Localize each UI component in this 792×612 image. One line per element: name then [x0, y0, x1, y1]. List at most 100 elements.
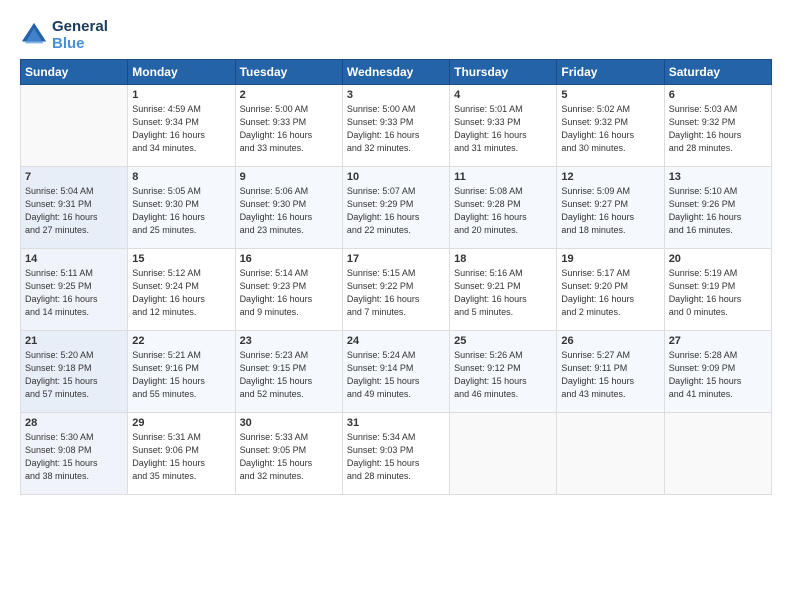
day-number: 6 — [669, 89, 767, 101]
week-row-3: 21Sunrise: 5:20 AM Sunset: 9:18 PM Dayli… — [21, 330, 772, 412]
day-number: 8 — [132, 171, 230, 183]
page-container: General Blue SundayMondayTuesdayWednesda… — [0, 0, 792, 505]
day-cell: 15 Sunrise: 5:12 AM Sunset: 9:24 PM Dayli… — [128, 248, 235, 330]
day-number: 30 — [240, 417, 338, 429]
header-cell-thursday: Thursday — [450, 59, 557, 84]
day-info: Sunrise: 5:03 AM Sunset: 9:32 PM Dayligh… — [669, 103, 767, 155]
day-info: Sunrise: 5:21 AM Sunset: 9:16 PM Dayligh… — [132, 349, 230, 401]
calendar-body: 1 Sunrise: 4:59 AM Sunset: 9:34 PM Daylig… — [21, 84, 772, 494]
day-number: 13 — [669, 171, 767, 183]
day-info: Sunrise: 5:24 AM Sunset: 9:14 PM Dayligh… — [347, 349, 445, 401]
day-info: Sunrise: 5:14 AM Sunset: 9:23 PM Dayligh… — [240, 267, 338, 319]
day-number: 11 — [454, 171, 552, 183]
day-number: 24 — [347, 335, 445, 347]
header-cell-friday: Friday — [557, 59, 664, 84]
day-info: Sunrise: 5:05 AM Sunset: 9:30 PM Dayligh… — [132, 185, 230, 237]
day-number: 2 — [240, 89, 338, 101]
calendar-header: SundayMondayTuesdayWednesdayThursdayFrid… — [21, 59, 772, 84]
day-number: 19 — [561, 253, 659, 265]
day-cell: 25Sunrise: 5:26 AM Sunset: 9:12 PM Dayli… — [450, 330, 557, 412]
day-info: Sunrise: 5:16 AM Sunset: 9:21 PM Dayligh… — [454, 267, 552, 319]
day-info: Sunrise: 5:02 AM Sunset: 9:32 PM Dayligh… — [561, 103, 659, 155]
logo-icon — [20, 21, 48, 49]
day-number: 20 — [669, 253, 767, 265]
day-cell: 11 Sunrise: 5:08 AM Sunset: 9:28 PM Dayli… — [450, 166, 557, 248]
day-info: Sunrise: 5:08 AM Sunset: 9:28 PM Dayligh… — [454, 185, 552, 237]
day-number: 29 — [132, 417, 230, 429]
day-cell: 17 Sunrise: 5:15 AM Sunset: 9:22 PM Dayli… — [342, 248, 449, 330]
day-info: Sunrise: 5:12 AM Sunset: 9:24 PM Dayligh… — [132, 267, 230, 319]
day-info: Sunrise: 5:17 AM Sunset: 9:20 PM Dayligh… — [561, 267, 659, 319]
day-cell — [450, 412, 557, 494]
day-number: 10 — [347, 171, 445, 183]
day-cell: 20 Sunrise: 5:19 AM Sunset: 9:19 PM Dayli… — [664, 248, 771, 330]
day-number: 16 — [240, 253, 338, 265]
day-number: 1 — [132, 89, 230, 101]
day-info: Sunrise: 5:20 AM Sunset: 9:18 PM Dayligh… — [25, 349, 123, 401]
day-number: 25 — [454, 335, 552, 347]
day-cell: 3 Sunrise: 5:00 AM Sunset: 9:33 PM Daylig… — [342, 84, 449, 166]
day-cell: 28 Sunrise: 5:30 AM Sunset: 9:08 PM Dayli… — [21, 412, 128, 494]
day-number: 23 — [240, 335, 338, 347]
day-cell: 8 Sunrise: 5:05 AM Sunset: 9:30 PM Daylig… — [128, 166, 235, 248]
day-number: 3 — [347, 89, 445, 101]
day-info: Sunrise: 5:00 AM Sunset: 9:33 PM Dayligh… — [347, 103, 445, 155]
day-info: Sunrise: 5:30 AM Sunset: 9:08 PM Dayligh… — [25, 431, 123, 483]
day-cell: 16 Sunrise: 5:14 AM Sunset: 9:23 PM Dayli… — [235, 248, 342, 330]
day-info: Sunrise: 5:15 AM Sunset: 9:22 PM Dayligh… — [347, 267, 445, 319]
day-cell: 30Sunrise: 5:33 AM Sunset: 9:05 PM Dayli… — [235, 412, 342, 494]
logo-text: General Blue — [52, 18, 108, 53]
day-info: Sunrise: 5:27 AM Sunset: 9:11 PM Dayligh… — [561, 349, 659, 401]
day-cell: 12Sunrise: 5:09 AM Sunset: 9:27 PM Dayli… — [557, 166, 664, 248]
header-cell-tuesday: Tuesday — [235, 59, 342, 84]
day-info: Sunrise: 5:00 AM Sunset: 9:33 PM Dayligh… — [240, 103, 338, 155]
day-cell: 9Sunrise: 5:06 AM Sunset: 9:30 PM Daylig… — [235, 166, 342, 248]
week-row-1: 7Sunrise: 5:04 AM Sunset: 9:31 PM Daylig… — [21, 166, 772, 248]
header-cell-saturday: Saturday — [664, 59, 771, 84]
day-cell: 7Sunrise: 5:04 AM Sunset: 9:31 PM Daylig… — [21, 166, 128, 248]
header-cell-sunday: Sunday — [21, 59, 128, 84]
day-number: 26 — [561, 335, 659, 347]
day-info: Sunrise: 5:01 AM Sunset: 9:33 PM Dayligh… — [454, 103, 552, 155]
day-number: 28 — [25, 417, 123, 429]
day-info: Sunrise: 5:34 AM Sunset: 9:03 PM Dayligh… — [347, 431, 445, 483]
day-number: 31 — [347, 417, 445, 429]
day-cell: 27 Sunrise: 5:28 AM Sunset: 9:09 PM Dayli… — [664, 330, 771, 412]
day-number: 18 — [454, 253, 552, 265]
day-cell: 18 Sunrise: 5:16 AM Sunset: 9:21 PM Dayli… — [450, 248, 557, 330]
header-cell-wednesday: Wednesday — [342, 59, 449, 84]
day-number: 27 — [669, 335, 767, 347]
day-cell: 10 Sunrise: 5:07 AM Sunset: 9:29 PM Dayli… — [342, 166, 449, 248]
day-info: Sunrise: 5:28 AM Sunset: 9:09 PM Dayligh… — [669, 349, 767, 401]
header: General Blue — [20, 18, 772, 53]
day-info: Sunrise: 5:10 AM Sunset: 9:26 PM Dayligh… — [669, 185, 767, 237]
day-info: Sunrise: 5:09 AM Sunset: 9:27 PM Dayligh… — [561, 185, 659, 237]
day-cell: 13 Sunrise: 5:10 AM Sunset: 9:26 PM Dayli… — [664, 166, 771, 248]
day-cell: 21Sunrise: 5:20 AM Sunset: 9:18 PM Dayli… — [21, 330, 128, 412]
day-info: Sunrise: 4:59 AM Sunset: 9:34 PM Dayligh… — [132, 103, 230, 155]
day-cell: 29 Sunrise: 5:31 AM Sunset: 9:06 PM Dayli… — [128, 412, 235, 494]
day-number: 9 — [240, 171, 338, 183]
day-cell — [21, 84, 128, 166]
day-cell: 2 Sunrise: 5:00 AM Sunset: 9:33 PM Daylig… — [235, 84, 342, 166]
day-cell: 6 Sunrise: 5:03 AM Sunset: 9:32 PM Daylig… — [664, 84, 771, 166]
day-info: Sunrise: 5:23 AM Sunset: 9:15 PM Dayligh… — [240, 349, 338, 401]
day-number: 5 — [561, 89, 659, 101]
day-info: Sunrise: 5:31 AM Sunset: 9:06 PM Dayligh… — [132, 431, 230, 483]
header-row: SundayMondayTuesdayWednesdayThursdayFrid… — [21, 59, 772, 84]
day-number: 17 — [347, 253, 445, 265]
header-cell-monday: Monday — [128, 59, 235, 84]
day-info: Sunrise: 5:11 AM Sunset: 9:25 PM Dayligh… — [25, 267, 123, 319]
day-cell: 5 Sunrise: 5:02 AM Sunset: 9:32 PM Daylig… — [557, 84, 664, 166]
day-info: Sunrise: 5:07 AM Sunset: 9:29 PM Dayligh… — [347, 185, 445, 237]
day-cell: 19 Sunrise: 5:17 AM Sunset: 9:20 PM Dayli… — [557, 248, 664, 330]
day-number: 15 — [132, 253, 230, 265]
week-row-2: 14 Sunrise: 5:11 AM Sunset: 9:25 PM Dayli… — [21, 248, 772, 330]
day-info: Sunrise: 5:19 AM Sunset: 9:19 PM Dayligh… — [669, 267, 767, 319]
day-cell: 23 Sunrise: 5:23 AM Sunset: 9:15 PM Dayli… — [235, 330, 342, 412]
day-cell: 26 Sunrise: 5:27 AM Sunset: 9:11 PM Dayli… — [557, 330, 664, 412]
day-number: 14 — [25, 253, 123, 265]
day-cell: 31 Sunrise: 5:34 AM Sunset: 9:03 PM Dayli… — [342, 412, 449, 494]
day-cell: 1 Sunrise: 4:59 AM Sunset: 9:34 PM Daylig… — [128, 84, 235, 166]
day-cell: 24 Sunrise: 5:24 AM Sunset: 9:14 PM Dayli… — [342, 330, 449, 412]
